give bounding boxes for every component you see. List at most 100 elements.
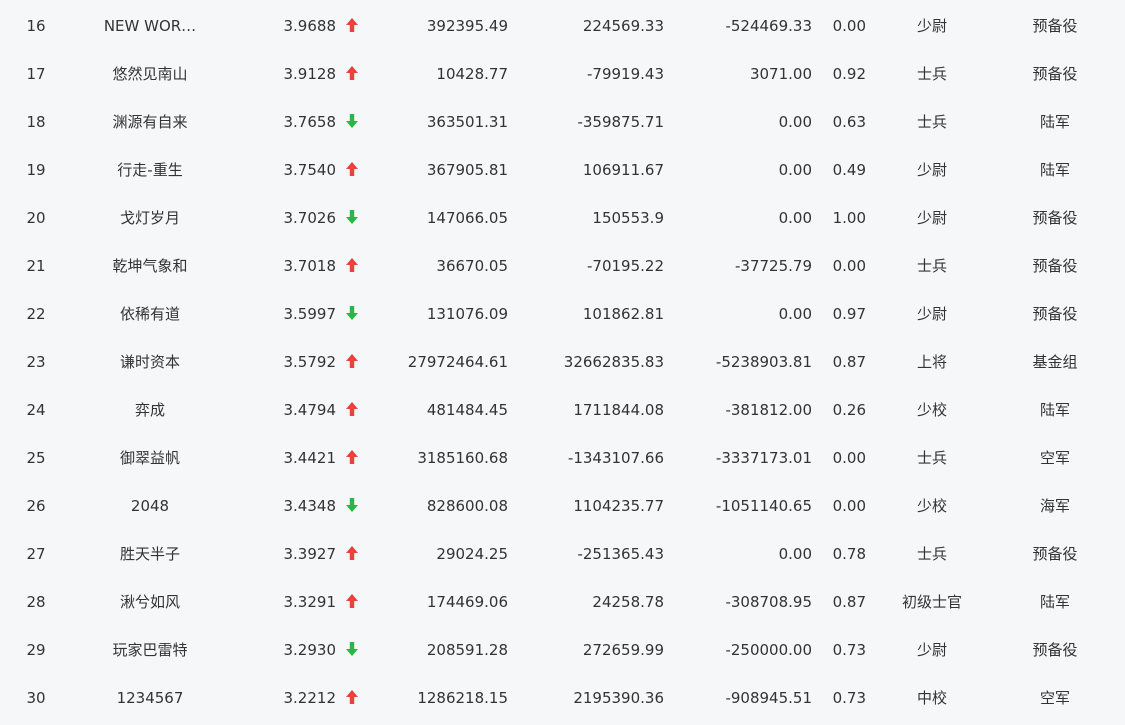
arrow-down-icon xyxy=(346,113,358,128)
value-1-cell: 131076.09 xyxy=(426,305,508,323)
value-3-cell: 0.00 xyxy=(778,161,812,179)
value-4-cell: 0.87 xyxy=(832,593,866,611)
branch-cell: 空军 xyxy=(1039,449,1070,467)
value-1-cell: 1286218.15 xyxy=(417,689,508,707)
value-3-cell: 0.00 xyxy=(778,545,812,563)
trend-cell xyxy=(345,674,361,722)
value-2-cell: -79919.43 xyxy=(587,65,664,83)
value-2-cell: 2195390.36 xyxy=(573,689,664,707)
rank-cell: 19 xyxy=(26,161,46,179)
value-1-cell: 147066.05 xyxy=(426,209,508,227)
name-cell: 渊源有自来 xyxy=(112,113,188,131)
value-3-cell: -308708.95 xyxy=(725,593,812,611)
score-cell: 3.5792 xyxy=(283,353,337,371)
branch-cell: 预备役 xyxy=(1032,257,1078,275)
score-cell: 3.9128 xyxy=(283,65,337,83)
value-1-cell: 828600.08 xyxy=(426,497,508,515)
value-3-cell: 3071.00 xyxy=(749,65,812,83)
table-row[interactable]: 21 乾坤气象和 3.7018 36670.05 -70195.22 -37725.79 0… xyxy=(0,242,1125,290)
branch-cell: 预备役 xyxy=(1032,17,1078,35)
military-rank-cell: 士兵 xyxy=(916,449,947,467)
value-4-cell: 0.00 xyxy=(832,497,866,515)
value-1-cell: 367905.81 xyxy=(426,161,508,179)
table-row[interactable]: 17 悠然见南山 3.9128 10428.77 -79919.43 3071.00 0.9… xyxy=(0,50,1125,98)
name-cell: 戈灯岁月 xyxy=(119,209,180,227)
value-2-cell: 32662835.83 xyxy=(563,353,664,371)
branch-cell: 预备役 xyxy=(1032,209,1078,227)
rank-cell: 29 xyxy=(26,641,46,659)
score-cell: 3.4794 xyxy=(283,401,337,419)
value-3-cell: -908945.51 xyxy=(725,689,812,707)
value-4-cell: 0.92 xyxy=(832,65,866,83)
value-2-cell: -251365.43 xyxy=(577,545,664,563)
value-4-cell: 0.63 xyxy=(832,113,866,131)
military-rank-cell: 少校 xyxy=(916,497,947,515)
value-4-cell: 0.78 xyxy=(832,545,866,563)
value-4-cell: 0.26 xyxy=(832,401,866,419)
trend-cell xyxy=(345,146,361,194)
score-cell: 3.9688 xyxy=(283,17,337,35)
value-2-cell: 101862.81 xyxy=(582,305,664,323)
trend-cell xyxy=(345,578,361,626)
military-rank-cell: 中校 xyxy=(916,689,947,707)
value-2-cell: 272659.99 xyxy=(582,641,664,659)
value-3-cell: -381812.00 xyxy=(725,401,812,419)
military-rank-cell: 初级士官 xyxy=(901,593,962,611)
branch-cell: 预备役 xyxy=(1032,641,1078,659)
trend-cell xyxy=(345,626,361,674)
value-1-cell: 208591.28 xyxy=(426,641,508,659)
table-row[interactable]: 24 弈成 3.4794 481484.45 1711844.08 -381812.00 0… xyxy=(0,386,1125,434)
value-2-cell: 150553.9 xyxy=(592,209,664,227)
name-cell: NEW WOR… xyxy=(103,17,197,35)
table-row[interactable]: 30 1234567 3.2212 1286218.15 2195390.36 -9089… xyxy=(0,674,1125,722)
trend-cell xyxy=(345,290,361,338)
value-3-cell: 0.00 xyxy=(778,209,812,227)
table-row[interactable]: 27 胜天半子 3.3927 29024.25 -251365.43 0.00 0.78 士兵… xyxy=(0,530,1125,578)
military-rank-cell: 少尉 xyxy=(916,17,947,35)
table-row[interactable]: 29 玩家巴雷特 3.2930 208591.28 272659.99 -250000.0… xyxy=(0,626,1125,674)
table-row[interactable]: 25 御翠益帆 3.4421 3185160.68 -1343107.66 -333717… xyxy=(0,434,1125,482)
name-cell: 弈成 xyxy=(134,401,165,419)
table-row[interactable]: 26 2048 3.4348 828600.08 1104235.77 -1051140.… xyxy=(0,482,1125,530)
score-cell: 3.3291 xyxy=(283,593,337,611)
military-rank-cell: 士兵 xyxy=(916,545,947,563)
rank-cell: 30 xyxy=(26,689,46,707)
value-4-cell: 0.87 xyxy=(832,353,866,371)
name-cell: 2048 xyxy=(130,497,170,515)
military-rank-cell: 少尉 xyxy=(916,161,947,179)
value-4-cell: 0.73 xyxy=(832,641,866,659)
trend-cell xyxy=(345,386,361,434)
trend-cell xyxy=(345,194,361,242)
value-2-cell: -70195.22 xyxy=(587,257,664,275)
rank-cell: 23 xyxy=(26,353,46,371)
rank-cell: 25 xyxy=(26,449,46,467)
table-row[interactable]: 23 谦时资本 3.5792 27972464.61 32662835.83 -52389… xyxy=(0,338,1125,386)
name-cell: 行走-重生 xyxy=(117,161,183,179)
trend-cell xyxy=(345,98,361,146)
value-3-cell: 0.00 xyxy=(778,113,812,131)
rank-cell: 20 xyxy=(26,209,46,227)
table-row[interactable]: 20 戈灯岁月 3.7026 147066.05 150553.9 0.00 1.00 少尉 预… xyxy=(0,194,1125,242)
table-row[interactable]: 28 湫兮如风 3.3291 174469.06 24258.78 -308708.95 0… xyxy=(0,578,1125,626)
military-rank-cell: 士兵 xyxy=(916,65,947,83)
trend-cell xyxy=(345,338,361,386)
table-row[interactable]: 22 依稀有道 3.5997 131076.09 101862.81 0.00 0.97 少尉… xyxy=(0,290,1125,338)
value-3-cell: -3337173.01 xyxy=(715,449,812,467)
branch-cell: 陆军 xyxy=(1039,161,1070,179)
value-1-cell: 481484.45 xyxy=(426,401,508,419)
score-cell: 3.7658 xyxy=(283,113,337,131)
name-cell: 胜天半子 xyxy=(119,545,180,563)
value-1-cell: 36670.05 xyxy=(436,257,508,275)
arrow-up-icon xyxy=(346,449,358,464)
rank-cell: 21 xyxy=(26,257,46,275)
arrow-up-icon xyxy=(346,257,358,272)
value-3-cell: -1051140.65 xyxy=(715,497,812,515)
trend-cell xyxy=(345,2,361,50)
table-row[interactable]: 19 行走-重生 3.7540 367905.81 106911.67 0.00 0.49 少… xyxy=(0,146,1125,194)
branch-cell: 预备役 xyxy=(1032,65,1078,83)
table-row[interactable]: 16 NEW WOR… 3.9688 392395.49 224569.33 -52446… xyxy=(0,2,1125,50)
value-1-cell: 392395.49 xyxy=(426,17,508,35)
table-row[interactable]: 18 渊源有自来 3.7658 363501.31 -359875.71 0.00 0.63… xyxy=(0,98,1125,146)
score-cell: 3.7018 xyxy=(283,257,337,275)
arrow-down-icon xyxy=(346,209,358,224)
